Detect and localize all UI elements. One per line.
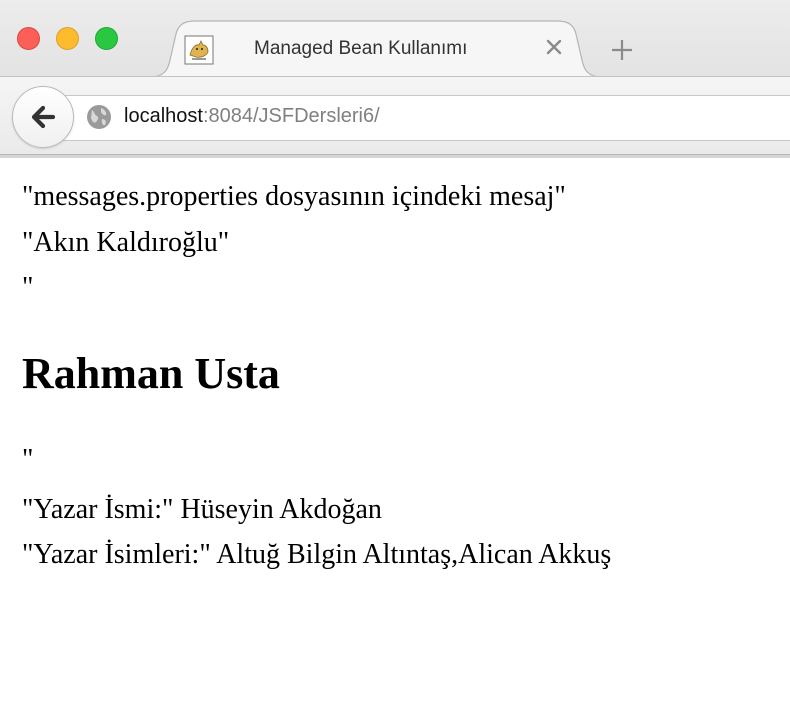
author-name-text: "Yazar İsmi:" Hüseyin Akdoğan [22, 494, 382, 525]
address-url[interactable]: localhost:8084/JSFDersleri6/ [124, 105, 380, 128]
message-text: "messages.properties dosyasının içindeki… [22, 181, 566, 212]
window-minimize-button[interactable] [56, 27, 79, 50]
tab-title: Managed Bean Kullanımı [254, 38, 468, 59]
tab-strip: Managed Bean Kullanımı [0, 0, 790, 78]
back-button[interactable] [12, 86, 74, 148]
back-arrow-icon [31, 105, 56, 129]
page-heading: Rahman Usta [22, 349, 280, 398]
window-zoom-button[interactable] [95, 27, 118, 50]
window-close-button[interactable] [17, 27, 40, 50]
new-tab-icon[interactable] [610, 38, 634, 62]
url-path: :8084/JSFDersleri6/ [202, 105, 380, 127]
toolbar-divider [0, 154, 790, 158]
globe-icon [86, 104, 112, 130]
url-host: localhost [124, 105, 203, 127]
quote-text-2: " [22, 444, 34, 475]
quote-text: " [22, 272, 34, 303]
name-text: "Akın Kaldıroğlu" [22, 227, 230, 258]
tab-close-icon[interactable] [544, 37, 564, 57]
tab-managed-bean[interactable]: Managed Bean Kullanımı [150, 20, 602, 78]
author-names-text: "Yazar İsimleri:" Altuğ Bilgin Altıntaş,… [22, 539, 612, 570]
tomcat-icon [184, 35, 214, 65]
toolbar [0, 76, 790, 155]
